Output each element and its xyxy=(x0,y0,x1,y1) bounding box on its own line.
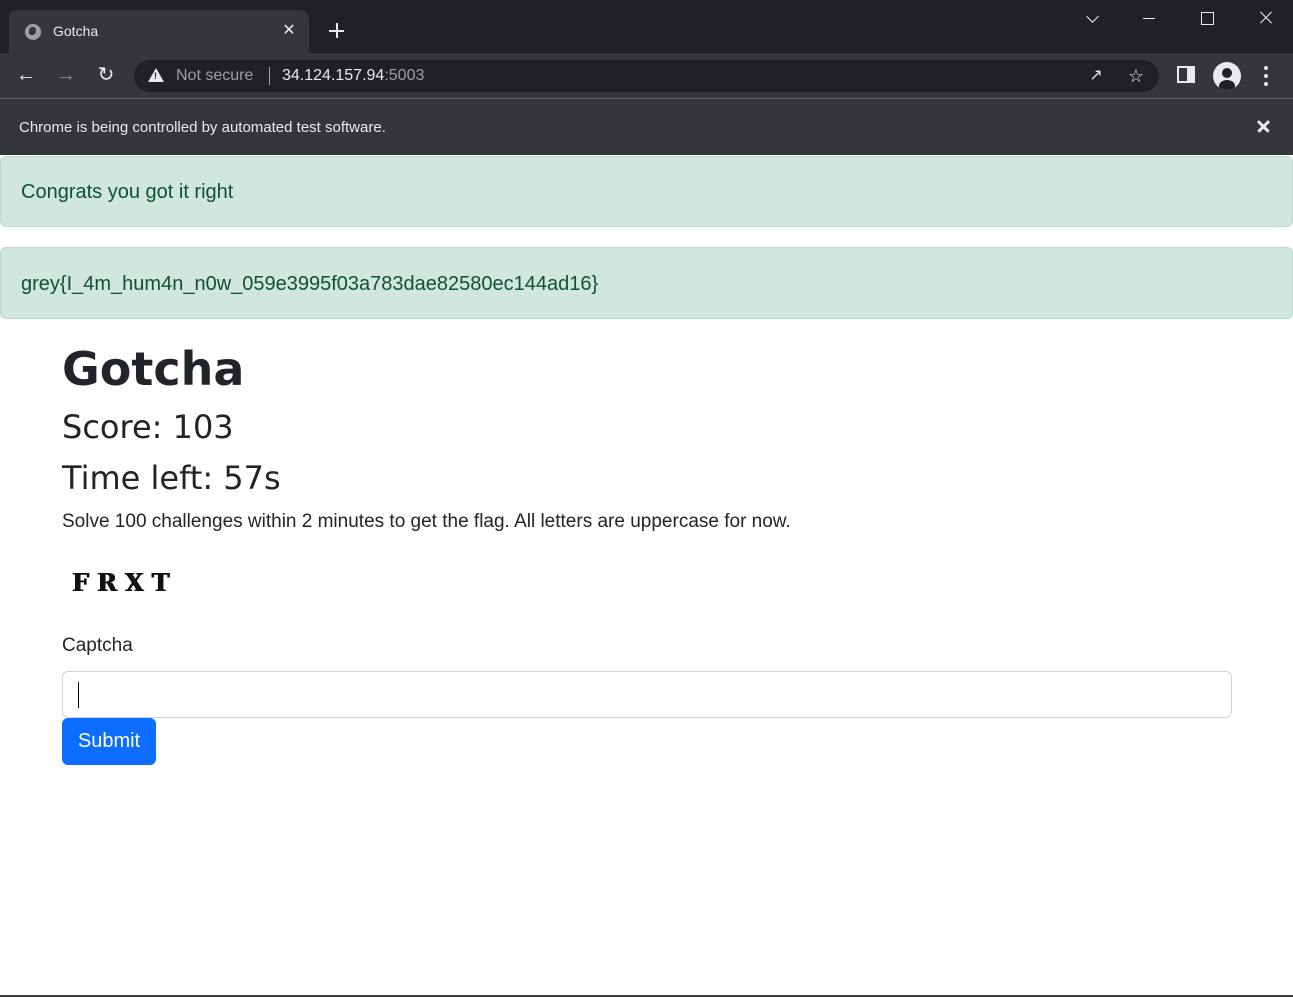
minimize-icon[interactable] xyxy=(1130,6,1170,32)
tab-strip: Gotcha ✕ xyxy=(0,0,1293,53)
globe-icon xyxy=(25,24,41,40)
side-panel-icon[interactable] xyxy=(1177,66,1195,83)
security-label[interactable]: Not secure xyxy=(176,67,253,85)
kebab-menu-icon[interactable] xyxy=(1255,64,1277,88)
captcha-image: FRXT xyxy=(62,568,192,598)
warning-icon[interactable] xyxy=(148,68,164,82)
automation-infobar: Chrome is being controlled by automated … xyxy=(0,98,1293,155)
star-icon[interactable]: ☆ xyxy=(1125,65,1147,87)
time-left-heading: Time left: 57s xyxy=(62,459,281,497)
flag-alert-text: grey{I_4m_hum4n_n0w_059e3995f03a783dae82… xyxy=(21,273,599,295)
address-bar[interactable]: Not secure 34.124.157.94:5003 ↗ ☆ xyxy=(134,60,1159,92)
tab-search-chevron-down-icon[interactable] xyxy=(1074,6,1114,32)
tab-title: Gotcha xyxy=(53,23,99,39)
profile-icon[interactable] xyxy=(1213,62,1241,90)
maximize-icon[interactable] xyxy=(1188,6,1228,32)
reload-icon[interactable]: ↻ xyxy=(92,61,120,89)
browser-toolbar: ← → ↻ Not secure 34.124.157.94:5003 ↗ ☆ xyxy=(0,53,1293,98)
flag-alert: grey{I_4m_hum4n_n0w_059e3995f03a783dae82… xyxy=(0,247,1293,319)
browser-tab[interactable]: Gotcha ✕ xyxy=(9,10,309,53)
forward-arrow-icon[interactable]: → xyxy=(52,61,80,89)
share-icon[interactable]: ↗ xyxy=(1085,65,1107,87)
submit-button[interactable]: Submit xyxy=(62,718,156,765)
url-text[interactable]: 34.124.157.94:5003 xyxy=(282,67,424,85)
captcha-image-text: FRXT xyxy=(72,568,178,597)
success-alert: Congrats you got it right xyxy=(0,156,1293,227)
text-caret xyxy=(78,682,79,708)
address-separator xyxy=(269,67,270,85)
page-title: Gotcha xyxy=(62,342,245,396)
captcha-input[interactable] xyxy=(62,671,1232,718)
automation-notice: Chrome is being controlled by automated … xyxy=(19,119,386,136)
success-alert-text: Congrats you got it right xyxy=(21,181,234,203)
url-port: :5003 xyxy=(384,67,425,84)
tab-close-icon[interactable]: ✕ xyxy=(279,21,299,41)
close-window-icon[interactable] xyxy=(1246,6,1286,32)
close-icon[interactable] xyxy=(1253,115,1275,137)
captcha-label: Captcha xyxy=(62,635,133,656)
new-tab-plus-icon[interactable] xyxy=(324,18,350,44)
url-host: 34.124.157.94 xyxy=(282,67,385,84)
score-heading: Score: 103 xyxy=(62,408,234,446)
instructions-text: Solve 100 challenges within 2 minutes to… xyxy=(62,511,791,532)
back-arrow-icon[interactable]: ← xyxy=(12,61,40,89)
